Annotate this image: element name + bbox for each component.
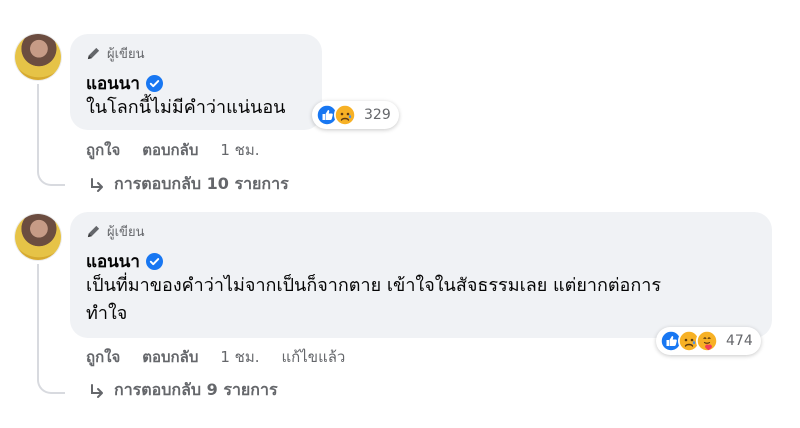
comment-bubble: ผู้เขียน แอนนา ในโลกนี้ไม่มีคำว่าแน่นอน — [70, 34, 322, 130]
thread-connector — [37, 166, 65, 186]
comment-text: ในโลกนี้ไม่มีคำว่าแน่นอน — [86, 97, 286, 118]
comment-text-line: ทำใจ — [86, 303, 128, 324]
verified-badge-icon — [145, 253, 163, 270]
comment-text-line: เป็นที่มาของคำว่าไม่จากเป็นก็จากตาย เข้า… — [86, 275, 662, 296]
author-badge-label: ผู้เขียน — [107, 47, 145, 62]
verified-badge-icon — [145, 75, 163, 92]
reply-button[interactable]: ตอบกลับ — [142, 345, 198, 369]
view-replies-button[interactable]: การตอบกลับ 10 รายการ — [88, 172, 289, 197]
pen-icon — [87, 225, 100, 238]
like-button[interactable]: ถูกใจ — [86, 345, 120, 369]
author-name[interactable]: แอนนา — [86, 248, 163, 275]
reply-button[interactable]: ตอบกลับ — [142, 138, 198, 162]
pen-icon — [87, 47, 100, 60]
replies-label[interactable]: การตอบกลับ 9 รายการ — [114, 378, 278, 403]
author-badge: ผู้เขียน — [86, 221, 144, 242]
thread-line — [37, 264, 39, 374]
reply-arrow-icon — [91, 177, 103, 192]
author-name-label[interactable]: แอนนา — [86, 70, 140, 97]
reactions-summary[interactable]: 329 — [312, 101, 399, 129]
sad-icon — [334, 104, 356, 126]
author-name[interactable]: แอนนา — [86, 70, 163, 97]
view-replies-button[interactable]: การตอบกลับ 9 รายการ — [88, 378, 278, 403]
timestamp[interactable]: 1 ชม. — [220, 138, 259, 162]
reaction-count: 329 — [364, 107, 391, 123]
timestamp[interactable]: 1 ชม. — [220, 345, 259, 369]
replies-label[interactable]: การตอบกลับ 10 รายการ — [114, 172, 289, 197]
comment-text: เป็นที่มาของคำว่าไม่จากเป็นก็จากตาย เข้า… — [86, 272, 661, 328]
comment-bubble: ผู้เขียน แอนนา เป็นที่มาของคำว่าไม่จากเป… — [70, 212, 772, 338]
reactions-summary[interactable]: 474 — [656, 327, 761, 355]
author-badge-label: ผู้เขียน — [107, 225, 145, 240]
reply-arrow-icon — [91, 383, 103, 398]
reaction-count: 474 — [726, 333, 753, 349]
edited-label[interactable]: แก้ไขแล้ว — [282, 345, 346, 369]
like-button[interactable]: ถูกใจ — [86, 138, 120, 162]
thread-line — [37, 84, 39, 166]
care-icon — [696, 330, 718, 352]
avatar[interactable] — [15, 214, 61, 260]
author-badge: ผู้เขียน — [86, 43, 144, 64]
thread-connector — [37, 374, 65, 394]
comment-actions: ถูกใจ ตอบกลับ 1 ชม. — [86, 138, 260, 162]
avatar[interactable] — [15, 34, 61, 80]
author-name-label[interactable]: แอนนา — [86, 248, 140, 275]
comment-actions: ถูกใจ ตอบกลับ 1 ชม. แก้ไขแล้ว — [86, 345, 345, 369]
